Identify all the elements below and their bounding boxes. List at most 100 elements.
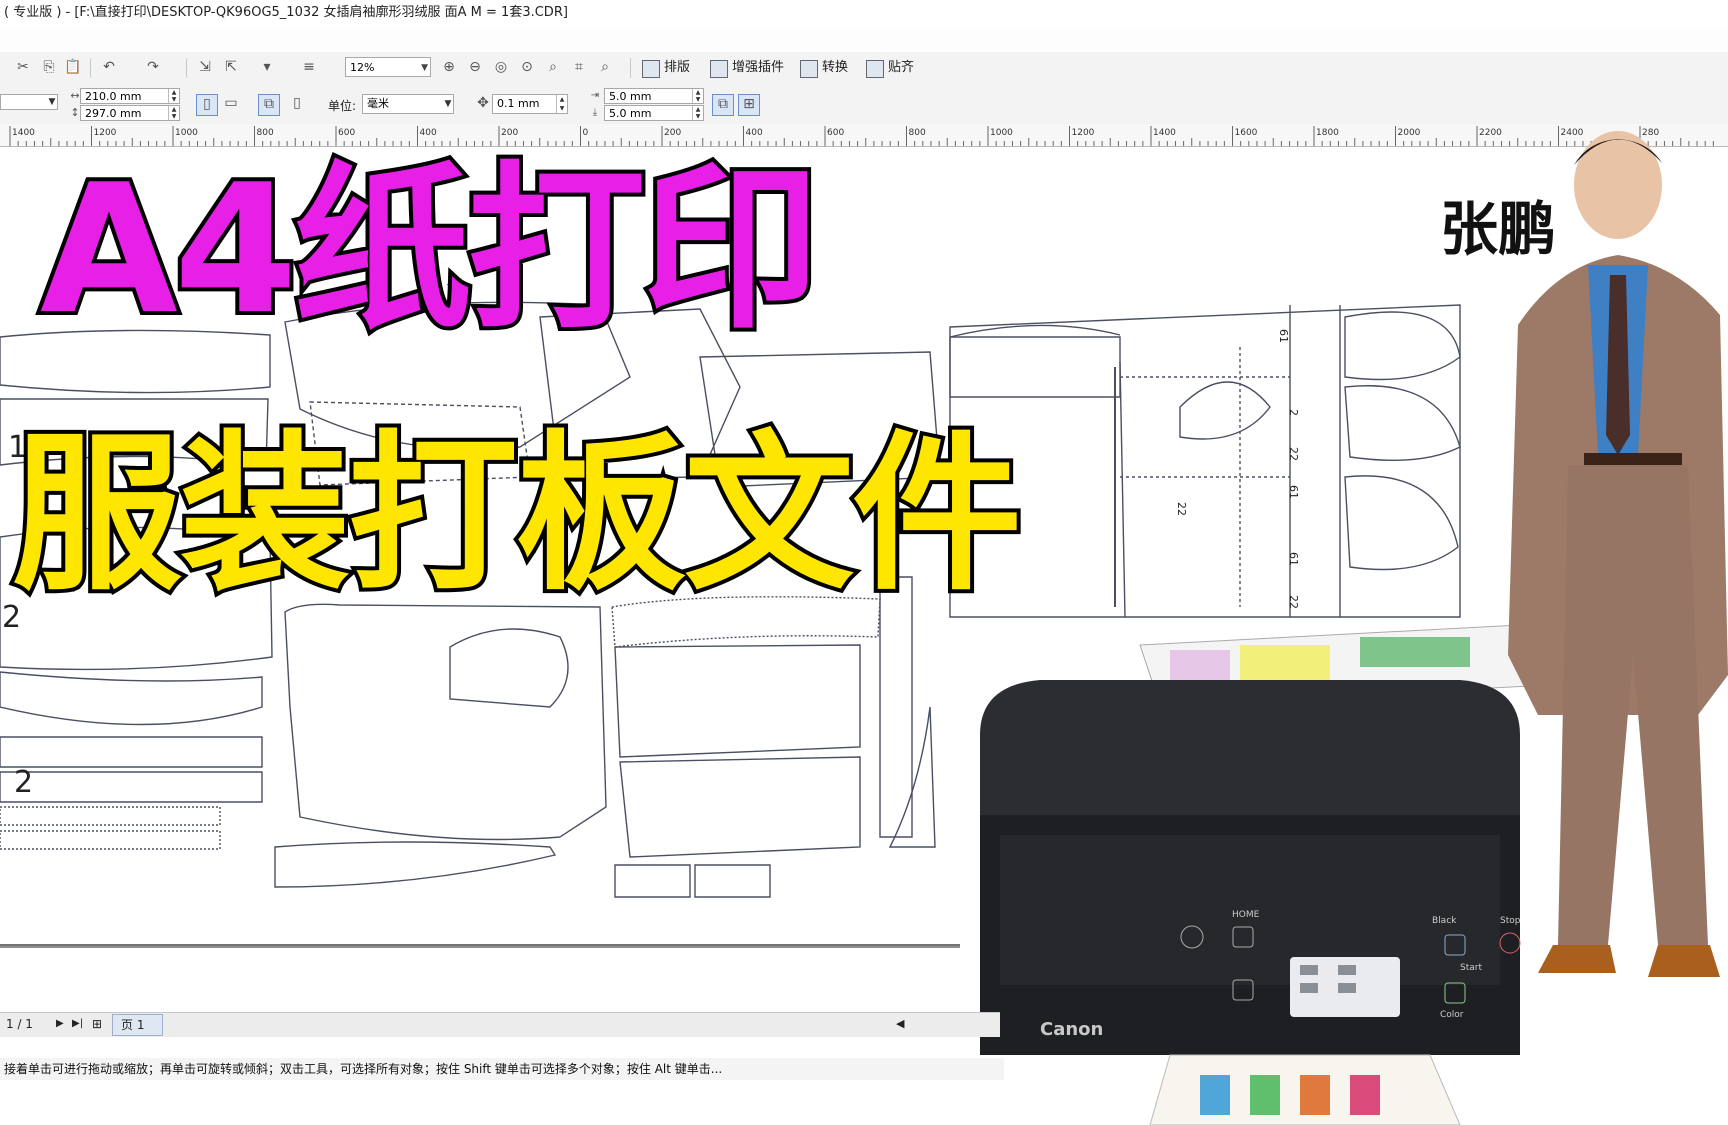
chevron-down-icon: ▼: [444, 99, 452, 109]
standard-toolbar: ✂ ⎘ 📋 ↶ ↷ ⇲ ⇱ ▾ ≡ 12% ▼ ⊕ ⊖ ◎ ⊙ ⌕ ⌗ ⌕ 排版…: [0, 52, 1728, 85]
window-title: ( 专业版 ) - [F:\直接打印\DESKTOP-QK96OG5_1032 …: [4, 5, 568, 20]
zoom-width-icon[interactable]: ⌗: [570, 58, 588, 76]
spinner-icon[interactable]: ▲ ▼: [692, 106, 703, 120]
options-icon[interactable]: ≡: [300, 58, 318, 76]
toolbar-divider: [186, 58, 187, 78]
spinner-icon[interactable]: ▲ ▼: [556, 95, 567, 113]
unit-select[interactable]: 毫米 ▼: [362, 94, 454, 114]
tie: [1606, 275, 1630, 455]
spinner-icon[interactable]: ▲ ▼: [168, 89, 179, 103]
paper-color-block: [1300, 1075, 1330, 1115]
layout-button[interactable]: 排版: [642, 58, 690, 78]
convert-label: 转换: [822, 60, 849, 75]
zoom-height-icon[interactable]: ⌕: [596, 58, 614, 76]
duplicate-x-field[interactable]: 5.0 mm ▲ ▼: [604, 88, 704, 104]
pattern-piece: [449, 628, 569, 708]
zoom-page-icon[interactable]: ⌕: [544, 58, 562, 76]
headline-line2: 服装打板文件: [8, 416, 1026, 614]
ruler-tick-label: 1000: [175, 128, 198, 138]
nudge-field[interactable]: 0.1 mm ▲ ▼: [492, 94, 568, 114]
ruler-tick-label: 600: [338, 128, 355, 138]
headline-line1: A4纸打印: [36, 146, 824, 354]
spinner-icon[interactable]: ▲ ▼: [168, 106, 179, 120]
copy-icon[interactable]: ⎘: [40, 58, 58, 76]
paper-color-block: [1360, 637, 1470, 667]
printer-label-color: Color: [1440, 1010, 1464, 1020]
ruler-tick-label: 1000: [990, 128, 1013, 138]
status-hint: 接着单击可进行拖动或缩放；再单击可旋转或倾斜；双击工具，可选择所有对象；按住 S…: [0, 1058, 1004, 1080]
zoom-out-icon[interactable]: ⊖: [466, 58, 484, 76]
page-width-field[interactable]: 210.0 mm ▲ ▼: [80, 88, 180, 104]
printer-label-start: Start: [1460, 963, 1482, 973]
redo-icon[interactable]: ↷: [144, 58, 162, 76]
printer-brand: Canon: [1040, 1019, 1103, 1040]
height-icon: ↕: [70, 106, 80, 119]
snap-options-icon[interactable]: ⊞: [738, 94, 760, 116]
pattern-piece: [949, 336, 1121, 398]
import-icon[interactable]: ⇲: [196, 58, 214, 76]
ruler-tick-label: 400: [746, 128, 763, 138]
piece-number: 61: [1287, 552, 1300, 566]
zoom-selected-icon[interactable]: ◎: [492, 58, 510, 76]
duplicate-y-value: 5.0 mm: [609, 107, 652, 120]
page-size-select[interactable]: ▼: [0, 94, 58, 110]
zoom-select[interactable]: 12% ▼: [345, 57, 431, 77]
zoom-in-icon[interactable]: ⊕: [440, 58, 458, 76]
printer-label-home: HOME: [1232, 910, 1260, 920]
paper-color-block: [1350, 1075, 1380, 1115]
pattern-piece: [274, 841, 557, 888]
pattern-piece: [0, 736, 263, 768]
ruler-tick-label: 400: [420, 128, 437, 138]
portrait-icon[interactable]: ▯: [196, 94, 218, 116]
duplicate-y-field[interactable]: 5.0 mm ▲ ▼: [604, 105, 704, 121]
ruler-tick-label: 1600: [1235, 128, 1258, 138]
zoom-value: 12%: [350, 61, 375, 74]
tab-page-1[interactable]: 页 1: [112, 1014, 164, 1036]
next-page-icon[interactable]: ▶: [56, 1013, 64, 1035]
property-bar: ▼ 210.0 mm ▲ ▼ 297.0 mm ▲ ▼ ↔ ↕ ▯ ▭ ⧉ ▯ 单位: …: [0, 84, 1728, 125]
pattern-piece: [0, 671, 263, 726]
paper-color-block: [1250, 1075, 1280, 1115]
unit-value: 毫米: [367, 97, 389, 110]
face: [1574, 131, 1662, 239]
page-tab-label: 页 1: [121, 1018, 145, 1032]
ruler-tick-label: 1800: [1316, 128, 1339, 138]
spinner-icon[interactable]: ▲ ▼: [692, 89, 703, 103]
page-height-value: 297.0 mm: [85, 107, 142, 120]
ruler-ticks: 1400 1200 1000 800 600 400 200 0 200 400 600 800 100…: [9, 126, 1714, 146]
scroll-left-icon[interactable]: ◀: [896, 1013, 904, 1035]
pattern-piece: [949, 304, 1461, 618]
duplicate-x-value: 5.0 mm: [609, 90, 652, 103]
duplicate-y-icon: ⤓: [592, 107, 598, 118]
chevron-down-icon: ▼: [48, 97, 56, 107]
cut-icon[interactable]: ✂: [14, 58, 32, 76]
add-page-icon[interactable]: ⊞: [92, 1013, 102, 1035]
paste-icon[interactable]: 📋: [64, 58, 82, 76]
application-launcher-icon[interactable]: ▾: [258, 58, 276, 76]
snap-button[interactable]: 贴齐: [866, 58, 914, 78]
layout-icon: [642, 60, 660, 78]
zoom-all-icon[interactable]: ⊙: [518, 58, 536, 76]
width-icon: ↔: [70, 89, 80, 102]
convert-button[interactable]: 转换: [800, 58, 848, 78]
ruler-tick-label: 200: [501, 128, 518, 138]
current-page-icon[interactable]: ▯: [288, 94, 306, 112]
export-icon[interactable]: ⇱: [222, 58, 240, 76]
pattern-piece: [619, 756, 861, 858]
unit-label: 单位:: [328, 99, 357, 113]
page-height-field[interactable]: 297.0 mm ▲ ▼: [80, 105, 180, 121]
plugin-button[interactable]: 增强插件: [710, 58, 784, 78]
chevron-down-icon: ▼: [421, 63, 428, 73]
last-page-icon[interactable]: ▶|: [72, 1013, 83, 1035]
right-shoe: [1648, 945, 1720, 977]
treat-as-filled-icon[interactable]: ⧉: [712, 94, 734, 116]
all-pages-icon[interactable]: ⧉: [258, 94, 280, 116]
piece-number: 22: [1287, 447, 1300, 461]
landscape-icon[interactable]: ▭: [222, 94, 240, 112]
ruler-tick-label: 800: [909, 128, 926, 138]
snap-label: 贴齐: [888, 60, 915, 75]
pattern-piece: [614, 864, 691, 898]
horizontal-ruler[interactable]: 1400 1200 1000 800 600 400 200 0 200 400 600 800 100…: [0, 124, 1728, 147]
undo-icon[interactable]: ↶: [100, 58, 118, 76]
printer-label-black: Black: [1432, 916, 1457, 926]
